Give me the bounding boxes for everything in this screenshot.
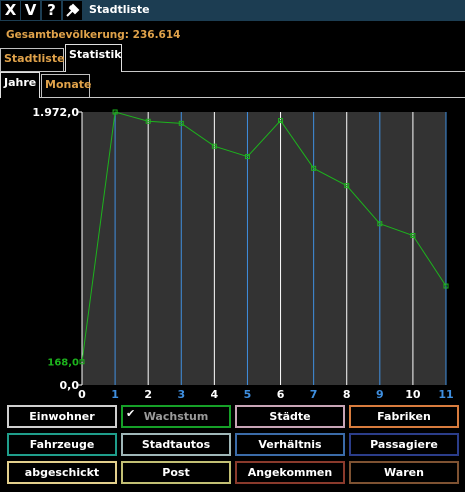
y-min-label: 0,0: [60, 379, 80, 392]
stat-button-verh-ltnis[interactable]: Verhältnis: [235, 433, 345, 456]
x-tick-label: 6: [277, 388, 285, 400]
button-label: Passagiere: [370, 438, 438, 451]
button-label: Stadtautos: [141, 438, 211, 451]
plot-area: [82, 112, 446, 385]
stat-button-st-dte[interactable]: Städte: [235, 405, 345, 428]
stat-button-einwohner[interactable]: Einwohner: [7, 405, 117, 428]
x-tick-label: 0: [78, 388, 86, 400]
x-tick-label: 8: [343, 388, 351, 400]
button-label: Städte: [269, 410, 311, 423]
stat-button-passagiere[interactable]: Passagiere: [349, 433, 459, 456]
button-label: Waren: [384, 466, 424, 479]
button-label: Fahrzeuge: [29, 438, 95, 451]
button-label: Post: [162, 466, 190, 479]
stat-button-post[interactable]: Post: [121, 461, 231, 484]
button-label: Fabriken: [377, 410, 431, 423]
stat-button-fahrzeuge[interactable]: Fahrzeuge: [7, 433, 117, 456]
chart-svg: 1.972,0 0,0 168,0 0 1 2 3 4 5 6 7 8 9 10 11: [32, 106, 453, 401]
title-bar: X V ? Stadtliste: [0, 0, 465, 21]
x-tick-label: 4: [211, 388, 219, 400]
stat-button-abgeschickt[interactable]: abgeschickt: [7, 461, 117, 484]
window-title: Stadtliste: [89, 3, 150, 16]
tab-monate[interactable]: Monate: [41, 74, 91, 97]
pin-button[interactable]: [63, 1, 82, 20]
button-label: Wachstum: [143, 410, 209, 423]
tab-jahre[interactable]: Jahre: [0, 72, 40, 98]
x-tick-label: 3: [177, 388, 185, 400]
button-label: Verhältnis: [258, 438, 322, 451]
stat-button-angekommen[interactable]: Angekommen: [235, 461, 345, 484]
stat-button-stadtautos[interactable]: Stadtautos: [121, 433, 231, 456]
x-tick-label: 10: [405, 388, 421, 400]
x-tick-label: 5: [244, 388, 252, 400]
x-tick-label: 9: [376, 388, 384, 400]
close-button[interactable]: X: [1, 1, 20, 20]
statistics-chart: 1.972,0 0,0 168,0 0 1 2 3 4 5 6 7 8 9 10 11: [0, 100, 465, 401]
stat-button-fabriken[interactable]: Fabriken: [349, 405, 459, 428]
subtab-divider: [0, 97, 465, 98]
stat-button-waren[interactable]: Waren: [349, 461, 459, 484]
total-population: Gesamtbevölkerung: 236.614: [6, 29, 181, 41]
button-label: Einwohner: [29, 410, 95, 423]
pin-icon: [66, 3, 80, 17]
x-tick-label: 1: [111, 388, 119, 400]
y-max-label: 1.972,0: [32, 106, 79, 119]
help-button[interactable]: ?: [42, 1, 61, 20]
copy-button[interactable]: V: [21, 1, 40, 20]
tab-stadtliste[interactable]: Stadtliste: [0, 48, 65, 72]
checkmark-icon: ✔: [126, 407, 136, 420]
stat-button-wachstum[interactable]: ✔ Wachstum: [121, 405, 231, 428]
x-tick-label: 7: [310, 388, 318, 400]
tab-statistik[interactable]: Statistik: [65, 44, 122, 72]
x-tick-label: 2: [144, 388, 152, 400]
button-label: Angekommen: [247, 466, 333, 479]
button-label: abgeschickt: [24, 466, 100, 479]
x-tick-label: 11: [438, 388, 453, 400]
first-value-label: 168,0: [47, 358, 79, 369]
